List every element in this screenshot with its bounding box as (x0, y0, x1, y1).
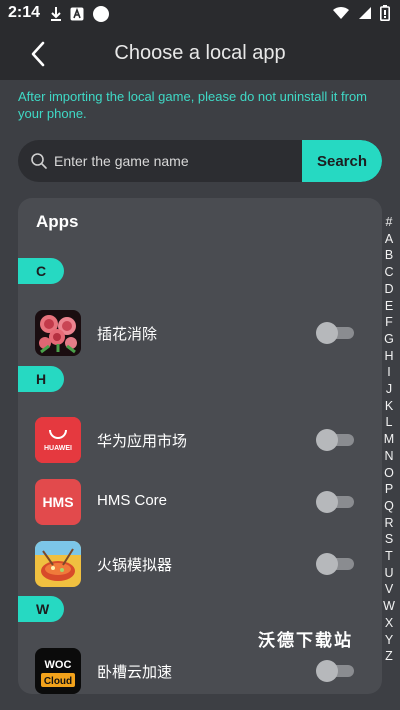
alphabet-index-letter[interactable]: L (386, 414, 393, 431)
alphabet-index-letter[interactable]: J (386, 381, 392, 398)
section-header-w: W (18, 596, 64, 622)
text-a-icon (70, 7, 84, 21)
app-toggle[interactable] (316, 660, 354, 682)
woc-icon-text: WOC (45, 659, 72, 671)
alphabet-index-letter[interactable]: H (384, 348, 393, 365)
app-toggle[interactable] (316, 553, 354, 575)
app-name: 卧槽云加速 (97, 664, 173, 681)
app-name: 插花消除 (97, 326, 158, 343)
search-button[interactable]: Search (302, 140, 382, 182)
app-bar: Choose a local app (0, 28, 400, 80)
import-notice: After importing the local game, please d… (18, 89, 368, 121)
app-row[interactable]: 火锅模拟器 (18, 541, 382, 589)
app-name: HMS Core (97, 492, 168, 509)
app-row[interactable]: HMS HMS Core (18, 479, 382, 527)
alphabet-index-letter[interactable]: S (385, 531, 393, 548)
alphabet-index-letter[interactable]: X (385, 615, 393, 632)
alphabet-index-letter[interactable]: O (384, 465, 394, 482)
circle-dot-icon (93, 6, 109, 22)
alphabet-index-letter[interactable]: P (385, 481, 393, 498)
app-row[interactable]: HUAWEI 华为应用市场 (18, 417, 382, 465)
app-name: 火锅模拟器 (97, 557, 173, 574)
battery-icon (380, 5, 390, 21)
alphabet-index-letter[interactable]: D (384, 281, 393, 298)
search-input[interactable] (54, 140, 316, 182)
alphabet-index-letter[interactable]: I (387, 364, 390, 381)
alphabet-index-letter[interactable]: V (385, 581, 393, 598)
alphabet-index-letter[interactable]: C (384, 264, 393, 281)
status-bar: 2:14 (0, 0, 400, 28)
hotpot-simulator-icon (35, 541, 81, 587)
cloud-icon-text: Cloud (44, 676, 72, 687)
alphabet-index-letter[interactable]: T (385, 548, 393, 565)
alphabet-index-letter[interactable]: R (384, 515, 393, 532)
apps-list-card: Apps C 插花消除 H HUAWEI 华为应用市场 HMS HMS Core… (18, 198, 382, 694)
huawei-appgallery-icon: HUAWEI (35, 417, 81, 463)
signal-icon (359, 7, 371, 19)
app-toggle[interactable] (316, 322, 354, 344)
alphabet-index-letter[interactable]: M (384, 431, 394, 448)
alphabet-index-letter[interactable]: Z (385, 648, 393, 665)
alphabet-index-letter[interactable]: # (386, 214, 393, 231)
app-row[interactable]: 插花消除 (18, 310, 382, 358)
app-toggle[interactable] (316, 429, 354, 451)
alphabet-index-letter[interactable]: U (384, 565, 393, 582)
alphabet-index-letter[interactable]: F (385, 314, 393, 331)
hms-core-icon: HMS (35, 479, 81, 525)
page-title: Choose a local app (114, 42, 286, 64)
app-name: 华为应用市场 (97, 433, 188, 450)
alphabet-index-letter[interactable]: N (384, 448, 393, 465)
alphabet-index-letter[interactable]: Q (384, 498, 394, 515)
app-toggle[interactable] (316, 491, 354, 513)
alphabet-index-letter[interactable]: A (385, 231, 393, 248)
watermark-text: 沃德下载站 (258, 631, 353, 650)
hms-icon-text: HMS (42, 494, 73, 510)
alphabet-index-letter[interactable]: G (384, 331, 394, 348)
alphabet-index-letter[interactable]: Y (385, 632, 393, 649)
section-header-h: H (18, 366, 64, 392)
search-bar: Search (18, 140, 382, 182)
wifi-icon (333, 6, 349, 19)
alphabet-index-letter[interactable]: K (385, 398, 393, 415)
search-icon (31, 153, 47, 169)
download-icon (51, 7, 61, 21)
woc-cloud-icon: WOC Cloud (35, 648, 81, 694)
section-header-c: C (18, 258, 64, 284)
alphabet-index-letter[interactable]: E (385, 298, 393, 315)
flower-app-icon (35, 310, 81, 356)
alphabet-index-letter[interactable]: B (385, 247, 393, 264)
huawei-icon-text: HUAWEI (44, 445, 72, 452)
status-time: 2:14 (8, 4, 41, 21)
app-row[interactable]: WOC Cloud 卧槽云加速 (18, 648, 382, 694)
alphabet-index[interactable]: # A B C D E F G H I J K L M N O P Q R S T U V W X Y Z (380, 214, 398, 665)
alphabet-index-letter[interactable]: W (383, 598, 395, 615)
apps-heading: Apps (36, 212, 79, 231)
